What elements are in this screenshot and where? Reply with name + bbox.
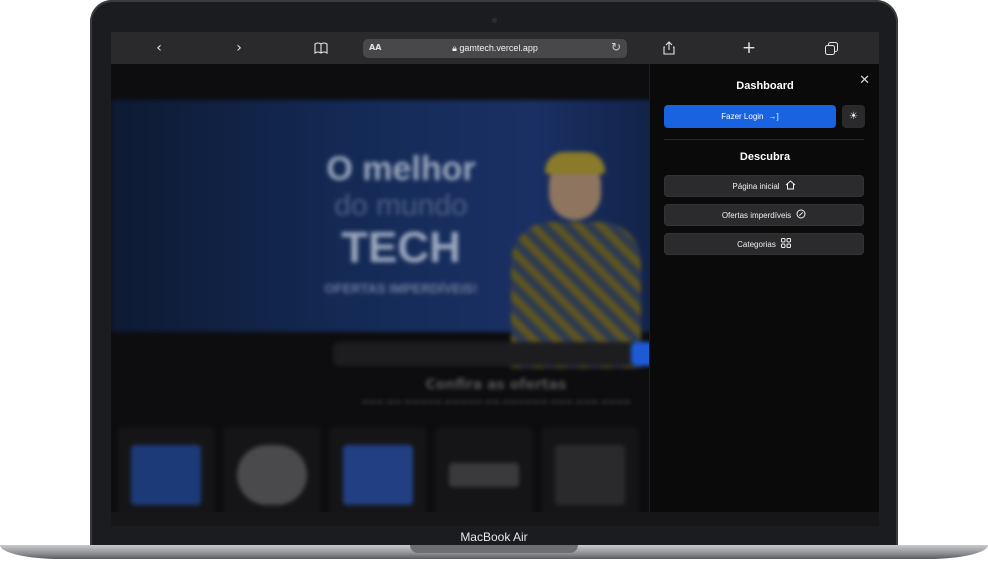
product-card[interactable] xyxy=(541,427,639,512)
percent-badge-icon xyxy=(796,209,806,221)
product-card[interactable] xyxy=(435,427,533,512)
laptop-hinge-notch xyxy=(410,545,578,553)
share-icon[interactable] xyxy=(659,38,679,58)
address-bar[interactable]: AA 🔒︎ gamtech.vercel.app ↻ xyxy=(363,39,627,58)
search-button[interactable] xyxy=(631,342,649,366)
grid-icon xyxy=(780,238,791,250)
hero-line-3: TECH xyxy=(341,223,461,272)
nav-home-button[interactable]: Página inicial xyxy=(664,175,864,197)
nav-offers-button[interactable]: Ofertas imperdíveis xyxy=(664,204,864,226)
login-button[interactable]: Fazer Login →] xyxy=(664,105,836,128)
section-subtitle: ▬▬▬ ▬▬ ▬▬▬▬▬ ▬▬▬▬▬ ▬▬ ▬▬▬▬▬▬ ▬▬▬ ▬▬▬ ▬▬▬… xyxy=(361,397,631,406)
drawer-title: Dashboard xyxy=(736,80,794,92)
screen-bezel xyxy=(111,512,879,526)
nav-categories-label: Categorias xyxy=(737,239,776,249)
sun-icon: ☀ xyxy=(849,111,858,122)
camera xyxy=(492,18,497,23)
forward-icon[interactable]: › xyxy=(229,38,249,58)
product-card[interactable] xyxy=(223,427,321,512)
tabs-icon[interactable] xyxy=(821,38,841,58)
divider xyxy=(664,139,864,140)
search-input[interactable] xyxy=(333,342,647,366)
reload-icon[interactable]: ↻ xyxy=(611,40,621,54)
home-icon xyxy=(785,180,796,192)
nav-categories-button[interactable]: Categorias xyxy=(664,233,864,255)
nav-home-label: Página inicial xyxy=(732,181,780,191)
hero-line-1: O melhor xyxy=(326,150,476,188)
login-icon: →] xyxy=(768,112,779,121)
bookmarks-icon[interactable] xyxy=(311,38,331,58)
section-heading: Descubra xyxy=(739,151,791,163)
hero-banner: O melhor do mundo TECH OFERTAS IMPERDÍVE… xyxy=(111,100,649,368)
product-card[interactable] xyxy=(329,427,427,512)
hero-line-4: OFERTAS IMPERDÍVEIS! xyxy=(324,281,478,296)
hero-line-2: do mundo xyxy=(334,189,468,222)
blurred-webpage: O melhor do mundo TECH OFERTAS IMPERDÍVE… xyxy=(111,64,649,512)
device-model-label: MacBook Air xyxy=(460,530,528,544)
url-label: gamtech.vercel.app xyxy=(459,43,538,53)
lock-icon: 🔒︎ xyxy=(452,43,457,53)
nav-offers-label: Ofertas imperdíveis xyxy=(721,210,792,220)
theme-toggle-button[interactable]: ☀ xyxy=(842,105,865,128)
dashboard-drawer: ✕ Dashboard Fazer Login →] ☀ Descubra Pá… xyxy=(649,64,879,512)
section-title: Confira as ofertas xyxy=(425,377,567,393)
hero-person-image xyxy=(511,152,641,368)
url-text: 🔒︎ gamtech.vercel.app xyxy=(363,43,627,54)
hero-text: O melhor do mundo TECH OFERTAS IMPERDÍVE… xyxy=(301,150,501,296)
product-card[interactable] xyxy=(117,427,215,512)
new-tab-icon[interactable]: + xyxy=(739,38,759,58)
browser-toolbar: ‹ › AA 🔒︎ gamtech.vercel.app ↻ + xyxy=(111,32,879,64)
back-icon[interactable]: ‹ xyxy=(149,38,169,58)
screen: ‹ › AA 🔒︎ gamtech.vercel.app ↻ + O melho… xyxy=(111,32,879,512)
login-label: Fazer Login xyxy=(721,112,764,121)
